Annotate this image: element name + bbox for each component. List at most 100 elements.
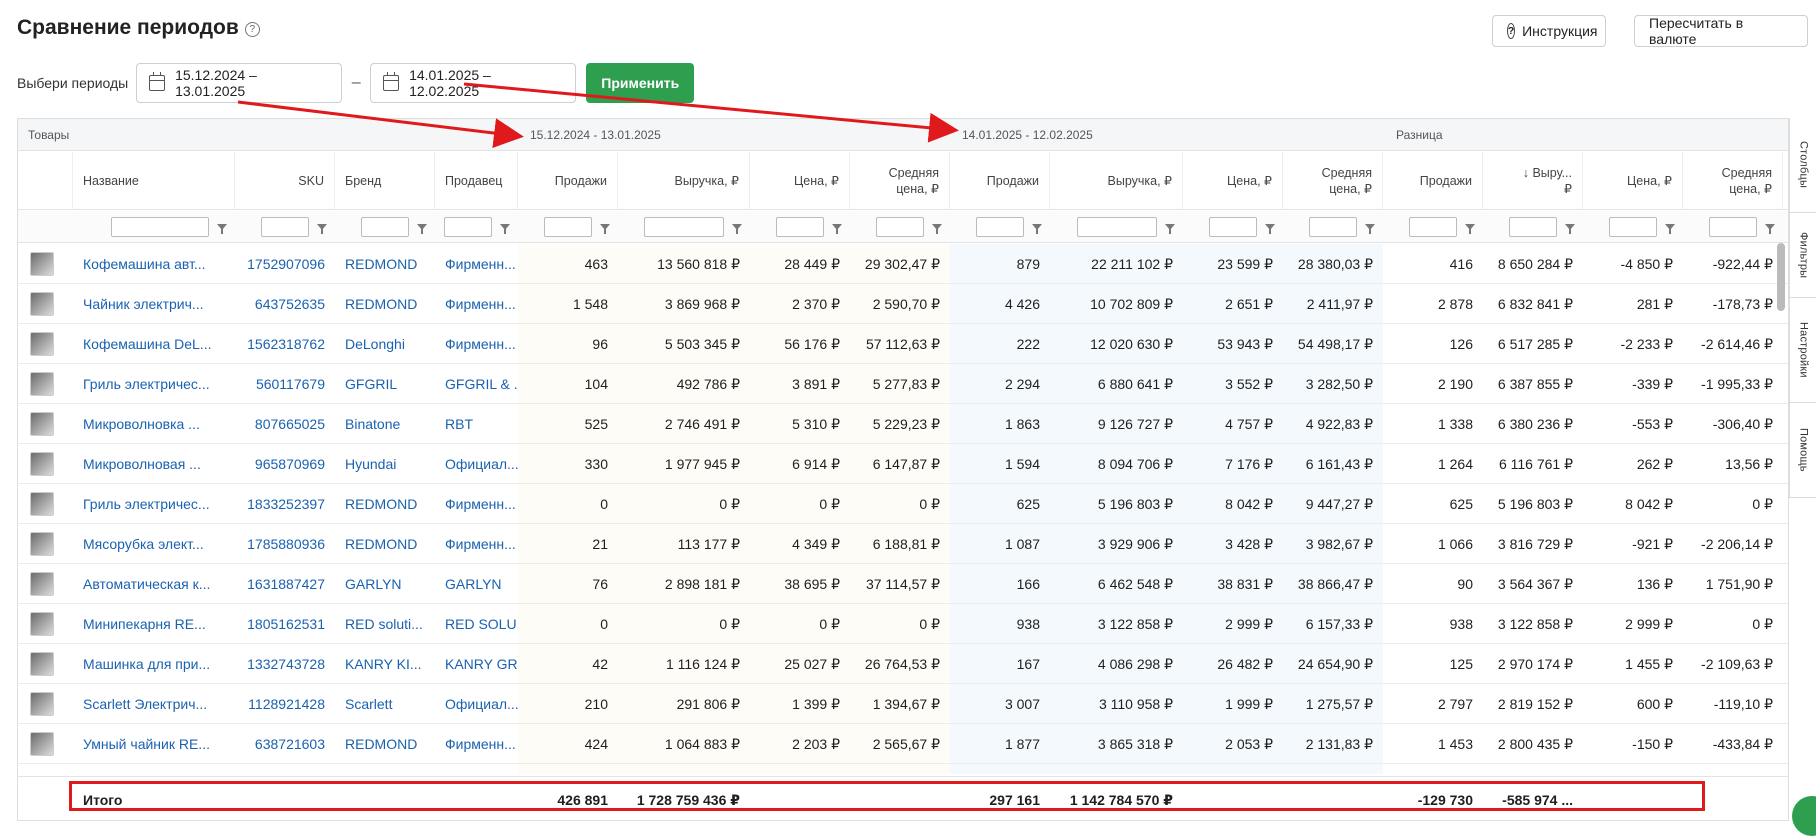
filter-icon[interactable]: [932, 224, 942, 234]
cell-sku[interactable]: 1805162531: [235, 604, 335, 644]
filter-input[interactable]: [261, 217, 309, 237]
column-header-pr2[interactable]: Цена, ₽: [1183, 152, 1283, 210]
filter-icon[interactable]: [1565, 224, 1575, 234]
product-thumbnail[interactable]: [30, 372, 54, 396]
filter-icon[interactable]: [1465, 224, 1475, 234]
cell-sku[interactable]: 1332743728: [235, 644, 335, 684]
cell-name[interactable]: Умный чайник RE...: [73, 724, 235, 764]
cell-sku[interactable]: 560117679: [235, 364, 335, 404]
cell-seller[interactable]: GFGRIL & ...: [435, 364, 518, 404]
cell-brand[interactable]: Hyundai: [335, 444, 435, 484]
cell-sku[interactable]: 643752635: [235, 284, 335, 324]
filter-icon[interactable]: [500, 224, 510, 234]
filter-icon[interactable]: [832, 224, 842, 234]
cell-sku[interactable]: 1833252397: [235, 484, 335, 524]
cell-brand[interactable]: DeLonghi: [335, 324, 435, 364]
filter-icon[interactable]: [417, 224, 427, 234]
cell-sku[interactable]: 1785880936: [235, 524, 335, 564]
table-row[interactable]: Гриль электричес... 560117679 GFGRIL GFGRIL…: [18, 364, 1788, 404]
cell-name[interactable]: Минипекарня RE...: [73, 604, 235, 644]
filter-input[interactable]: [544, 217, 592, 237]
cell-brand[interactable]: REDMOND: [335, 484, 435, 524]
filter-input[interactable]: [1609, 217, 1657, 237]
cell-brand[interactable]: REDMOND: [335, 724, 435, 764]
cell-seller[interactable]: Фирменн...: [435, 324, 518, 364]
cell-sku[interactable]: 638721603: [235, 724, 335, 764]
vertical-scrollbar[interactable]: [1777, 243, 1785, 311]
cell-brand[interactable]: KANRY KI...: [335, 644, 435, 684]
cell-seller[interactable]: Фирменн...: [435, 484, 518, 524]
table-row[interactable]: Чайник электрич... 643752635 REDMOND Фирмен…: [18, 284, 1788, 324]
cell-seller[interactable]: Фирменн...: [435, 244, 518, 284]
cell-seller[interactable]: RBT: [435, 404, 518, 444]
column-header-ds[interactable]: Продажи: [1383, 152, 1483, 210]
cell-seller[interactable]: Официал...: [435, 684, 518, 724]
column-header-pr1[interactable]: Цена, ₽: [750, 152, 850, 210]
table-row[interactable]: Scarlett Электрич... 1128921428 Scarlett Оф…: [18, 684, 1788, 724]
column-header-a2[interactable]: Средняя цена, ₽: [1283, 152, 1383, 210]
column-header-s2[interactable]: Продажи: [950, 152, 1050, 210]
table-row[interactable]: Мясорубка элект... 1785880936 REDMOND Фирме…: [18, 524, 1788, 564]
column-header-s1[interactable]: Продажи: [518, 152, 618, 210]
product-thumbnail[interactable]: [30, 532, 54, 556]
chat-bubble-button[interactable]: [1792, 796, 1816, 836]
product-thumbnail[interactable]: [30, 572, 54, 596]
filter-input[interactable]: [1509, 217, 1557, 237]
filter-icon[interactable]: [1665, 224, 1675, 234]
filter-input[interactable]: [1077, 217, 1157, 237]
column-header-dp[interactable]: Цена, ₽: [1583, 152, 1683, 210]
filter-input[interactable]: [1709, 217, 1757, 237]
column-header-name[interactable]: Название: [73, 152, 235, 210]
filter-input[interactable]: [976, 217, 1024, 237]
product-thumbnail[interactable]: [30, 652, 54, 676]
help-icon[interactable]: ?: [244, 21, 260, 37]
cell-sku[interactable]: 965870969: [235, 444, 335, 484]
cell-name[interactable]: Микроволновая ...: [73, 444, 235, 484]
column-header-a1[interactable]: Средняя цена, ₽: [850, 152, 950, 210]
filter-input[interactable]: [876, 217, 924, 237]
product-thumbnail[interactable]: [30, 612, 54, 636]
cell-sku[interactable]: 1128921428: [235, 684, 335, 724]
table-row[interactable]: Минипекарня RE... 1805162531 RED soluti...…: [18, 604, 1788, 644]
product-thumbnail[interactable]: [30, 332, 54, 356]
side-tab-filters[interactable]: Фильтры: [1790, 213, 1816, 298]
cell-sku[interactable]: 1562318762: [235, 324, 335, 364]
filter-icon[interactable]: [317, 224, 327, 234]
cell-seller[interactable]: KANRY GR...: [435, 644, 518, 684]
cell-seller[interactable]: RED SOLU...: [435, 604, 518, 644]
filter-input[interactable]: [644, 217, 724, 237]
table-row[interactable]: Умный чайник RE... 638721603 REDMOND Фирмен…: [18, 724, 1788, 764]
cell-seller[interactable]: Фирменн...: [435, 724, 518, 764]
cell-sku[interactable]: 1752907096: [235, 244, 335, 284]
cell-brand[interactable]: Binatone: [335, 404, 435, 444]
column-header-seller[interactable]: Продавец: [435, 152, 518, 210]
cell-seller[interactable]: Фирменн...: [435, 284, 518, 324]
cell-name[interactable]: Кофемашина DeL...: [73, 324, 235, 364]
cell-seller[interactable]: Официал...: [435, 444, 518, 484]
cell-brand[interactable]: REDMOND: [335, 524, 435, 564]
filter-icon[interactable]: [217, 224, 227, 234]
cell-name[interactable]: Автоматическая к...: [73, 564, 235, 604]
table-row[interactable]: Кофемашина авт... 1752907096 REDMOND Фирмен…: [18, 244, 1788, 284]
cell-name[interactable]: Мясорубка элект...: [73, 524, 235, 564]
cell-name[interactable]: Микроволновка ...: [73, 404, 235, 444]
cell-name[interactable]: Машинка для при...: [73, 644, 235, 684]
column-header-dr[interactable]: ↓ Выру... ₽: [1483, 152, 1583, 210]
filter-input[interactable]: [361, 217, 409, 237]
column-header-brand[interactable]: Бренд: [335, 152, 435, 210]
cell-seller[interactable]: GARLYN: [435, 564, 518, 604]
table-row[interactable]: Микроволновая ... 965870969 Hyundai Официал…: [18, 444, 1788, 484]
filter-input[interactable]: [1209, 217, 1257, 237]
instruction-button[interactable]: ? Инструкция: [1492, 15, 1606, 47]
cell-seller[interactable]: Фирменн...: [435, 524, 518, 564]
product-thumbnail[interactable]: [30, 692, 54, 716]
filter-input[interactable]: [1309, 217, 1357, 237]
table-row[interactable]: Автоматическая к... 1631887427 GARLYN GARLY…: [18, 564, 1788, 604]
cell-sku[interactable]: 1631887427: [235, 564, 335, 604]
cell-name[interactable]: Кофемашина авт...: [73, 244, 235, 284]
cell-brand[interactable]: RED soluti...: [335, 604, 435, 644]
filter-icon[interactable]: [600, 224, 610, 234]
recalc-currency-button[interactable]: Пересчитать в валюте: [1634, 15, 1808, 47]
cell-brand[interactable]: REDMOND: [335, 284, 435, 324]
cell-name[interactable]: Гриль электричес...: [73, 364, 235, 404]
